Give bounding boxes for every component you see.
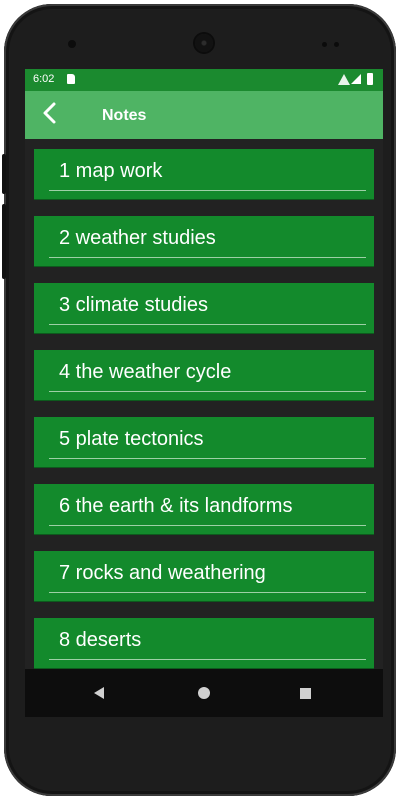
sd-card-icon xyxy=(67,74,75,84)
divider xyxy=(49,190,366,191)
list-item[interactable]: 4 the weather cycle xyxy=(34,350,374,400)
list-item-label: 2 weather studies xyxy=(59,227,216,249)
list-item[interactable]: 2 weather studies xyxy=(34,216,374,266)
list-item[interactable]: 7 rocks and weathering xyxy=(34,551,374,601)
app-bar: Notes xyxy=(25,91,383,139)
list-item-label: 7 rocks and weathering xyxy=(59,562,266,584)
phone-side-button xyxy=(2,154,6,194)
list-item-label: 6 the earth & its landforms xyxy=(59,495,293,517)
status-bar: 6:02 xyxy=(25,69,383,91)
list-item[interactable]: 6 the earth & its landforms xyxy=(34,484,374,534)
list-item-label: 1 map work xyxy=(59,160,163,182)
list-item-label: 5 plate tectonics xyxy=(59,428,204,450)
divider xyxy=(49,659,366,660)
divider xyxy=(49,324,366,325)
list-item-label: 4 the weather cycle xyxy=(59,361,232,383)
system-nav-bar xyxy=(25,669,383,717)
phone-frame: 6:02 Notes 1 map work 2 weather studies xyxy=(2,4,396,796)
nav-back-icon[interactable] xyxy=(94,687,104,699)
proximity-sensor xyxy=(322,42,327,47)
divider xyxy=(49,525,366,526)
list-item[interactable]: 3 climate studies xyxy=(34,283,374,333)
status-time: 6:02 xyxy=(33,73,55,85)
wifi-icon xyxy=(338,74,350,85)
screen: 6:02 Notes 1 map work 2 weather studies xyxy=(25,69,383,717)
back-arrow-icon[interactable] xyxy=(39,101,63,125)
list-item-label: 8 deserts xyxy=(59,629,142,651)
list-item-label: 3 climate studies xyxy=(59,294,208,316)
nav-home-icon[interactable] xyxy=(198,687,210,699)
phone-speaker xyxy=(195,34,213,52)
list-item[interactable]: 8 deserts xyxy=(34,618,374,668)
front-camera xyxy=(68,40,76,48)
divider xyxy=(49,391,366,392)
proximity-sensor xyxy=(334,42,339,47)
divider xyxy=(49,592,366,593)
battery-icon xyxy=(367,73,373,85)
divider xyxy=(49,458,366,459)
nav-recents-icon[interactable] xyxy=(300,688,311,699)
divider xyxy=(49,257,366,258)
cell-signal-icon xyxy=(351,74,361,84)
list-item[interactable]: 5 plate tectonics xyxy=(34,417,374,467)
phone-side-button xyxy=(2,204,6,279)
page-title: Notes xyxy=(102,107,147,124)
list-item[interactable]: 1 map work xyxy=(34,149,374,199)
